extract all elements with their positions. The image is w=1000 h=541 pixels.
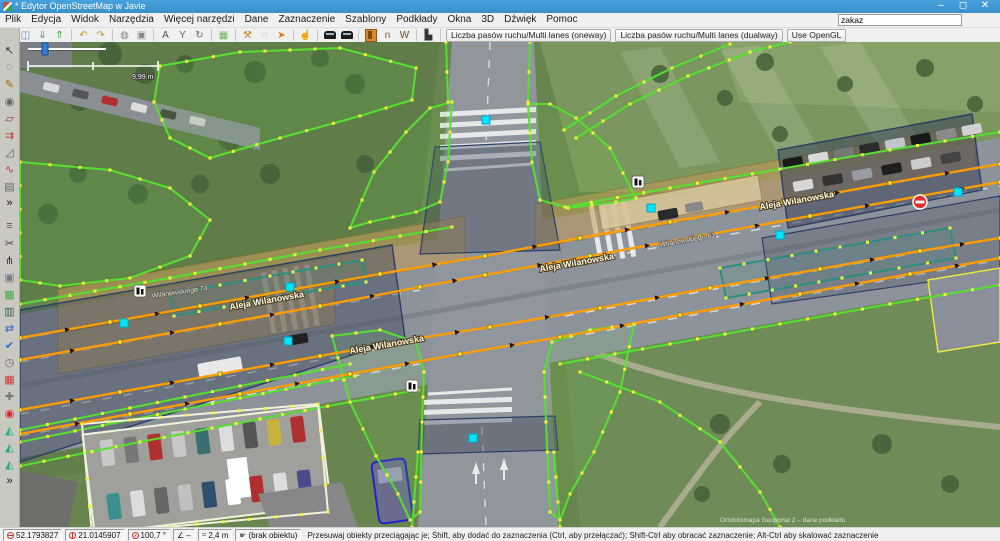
upload-data-icon[interactable]: ⇑ — [52, 29, 67, 42]
more-modes-icon[interactable]: » — [2, 195, 18, 211]
terminal-icon[interactable]: ▥ — [2, 303, 18, 319]
photo-icon[interactable]: ▣ — [2, 269, 18, 285]
search-input[interactable] — [838, 14, 962, 26]
split-icon[interactable]: ✂ — [2, 235, 18, 251]
measure-a-icon[interactable]: ◭ — [2, 422, 18, 438]
terracer-icon[interactable]: ▦ — [2, 286, 18, 302]
menu-pomoc[interactable]: Pomoc — [541, 13, 582, 27]
hammer-tool-icon[interactable]: ⚒ — [240, 29, 255, 42]
layers-icon[interactable]: ≡ — [2, 218, 18, 234]
door-warning-icon[interactable] — [363, 29, 378, 42]
menu-edycja[interactable]: Edycja — [26, 13, 66, 27]
menu-zaznaczenie[interactable]: Zaznaczenie — [273, 13, 340, 27]
improve-accuracy-tool-icon[interactable]: ∿ — [2, 161, 18, 177]
scale-label: 9,99 m — [132, 74, 154, 81]
close-button[interactable]: ✕ — [974, 0, 996, 12]
download-data-icon[interactable]: ⇓ — [35, 29, 50, 42]
map-pin-icon[interactable]: ◉ — [2, 405, 18, 421]
menu-narzędzia[interactable]: Narzędzia — [104, 13, 159, 27]
multilanes-dualway-button[interactable]: Liczba pasów ruchu/Multi lanes (dualway) — [615, 29, 782, 42]
menu-3d[interactable]: 3D — [476, 13, 499, 27]
zoom-slider-handle[interactable] — [42, 43, 48, 55]
imagery-attribution: Ortofotomapa Geoportal 2 – dane podkładu — [720, 517, 846, 524]
lanes-letter-icon[interactable]: n — [380, 29, 395, 42]
split-way-icon[interactable]: Y — [175, 29, 190, 42]
use-opengl-button[interactable]: Use OpenGL — [787, 29, 847, 42]
longitude-icon — [69, 532, 76, 539]
menu-bar-items: PlikEdycjaWidokNarzędziaWięcej narzędziD… — [0, 14, 583, 25]
relation-graph-icon[interactable]: ⋔ — [2, 252, 18, 268]
lasso-tool-icon[interactable]: ◌ — [2, 59, 18, 75]
menu-widok[interactable]: Widok — [66, 13, 104, 27]
parallel-way-tool-icon[interactable]: ⇉ — [2, 127, 18, 143]
pan-hand-icon[interactable]: ☝ — [298, 29, 313, 42]
menu-bar: PlikEdycjaWidokNarzędziaWięcej narzędziD… — [0, 13, 1000, 28]
josm-window: * Edytor OpenStreetMap w Javie –◻✕ PlikE… — [0, 0, 1000, 541]
download-view-icon[interactable]: ◍ — [117, 29, 132, 42]
heading-icon — [132, 532, 139, 539]
measure-c-icon[interactable]: ◭ — [2, 456, 18, 472]
menu-dane[interactable]: Dane — [240, 13, 274, 27]
map-canvas[interactable]: Aleja Wilanowska Aleja Wilanowska Aleja … — [20, 42, 1000, 527]
plugin-icon[interactable]: ✚ — [2, 388, 18, 404]
window-controls: –◻✕ — [930, 0, 996, 13]
main-toolbar: ▤◫⇓⇑↶↷◍▣AY↻▦⚒☆➤☝nW▙ Liczba pasów ruchu/M… — [0, 28, 1000, 43]
latitude-display: 52.1793827 — [3, 529, 62, 541]
measure-b-icon[interactable]: ◭ — [2, 439, 18, 455]
josm-logo-icon — [3, 2, 12, 11]
no-entry-icon — [913, 195, 927, 209]
menu-szablony[interactable]: Szablony — [340, 13, 391, 27]
delete-tool-icon[interactable]: ▱ — [2, 110, 18, 126]
toolbar-icons: ▤◫⇓⇑↶↷◍▣AY↻▦⚒☆➤☝nW▙ — [0, 29, 437, 42]
waypoint-letter-icon[interactable]: W — [397, 29, 412, 42]
title-bar: * Edytor OpenStreetMap w Javie –◻✕ — [0, 0, 1000, 13]
menu-więcej-narzędzi[interactable]: Więcej narzędzi — [159, 13, 240, 27]
car-routing-icon[interactable] — [322, 29, 337, 42]
imagery-grid-icon[interactable]: ▦ — [216, 29, 231, 42]
select-tool-icon[interactable]: ↖ — [2, 42, 18, 58]
zoom-tool-icon[interactable]: ◉ — [2, 93, 18, 109]
factory-icon[interactable]: ▙ — [421, 29, 436, 42]
minimize-button[interactable]: – — [930, 0, 952, 12]
note-icon[interactable]: ▣ — [134, 29, 149, 42]
longitude-display: 21.0145907 — [65, 529, 124, 541]
launch-tool-icon[interactable]: ➤ — [274, 29, 289, 42]
mirror-icon[interactable]: ⇄ — [2, 320, 18, 336]
window-title: * Edytor OpenStreetMap w Javie — [15, 1, 146, 11]
status-bar: 52.1793827 21.0145907 100,7 ° ∠ – ⌗2,4 m… — [0, 527, 1000, 541]
save-icon[interactable]: ◫ — [18, 29, 33, 42]
status-help-text: Przesuwaj obiekty przeciągając je; Shift… — [307, 531, 1000, 540]
menu-dźwięk[interactable]: Dźwięk — [499, 13, 541, 27]
maximize-button[interactable]: ◻ — [952, 0, 974, 12]
undo-icon[interactable]: ↶ — [76, 29, 91, 42]
menu-podkłady[interactable]: Podkłady — [391, 13, 442, 27]
expand-icon[interactable]: » — [2, 473, 18, 489]
history-icon[interactable]: ◷ — [2, 354, 18, 370]
bus-routing-icon[interactable] — [339, 29, 354, 42]
inactive-star-icon[interactable]: ☆ — [257, 29, 272, 42]
distance-display: ⌗2,4 m — [198, 529, 233, 541]
selection-display: ☛(brak obiektu) — [235, 529, 301, 541]
validate-icon[interactable]: ✔ — [2, 337, 18, 353]
rename-tool-icon[interactable]: A — [158, 29, 173, 42]
angle-display: ∠ – — [173, 529, 195, 541]
multilanes-oneway-button[interactable]: Liczba pasów ruchu/Multi lanes (oneway) — [446, 29, 611, 42]
extrude-tool-icon[interactable]: ◿ — [2, 144, 18, 160]
menu-okna[interactable]: Okna — [442, 13, 476, 27]
redo-icon[interactable]: ↷ — [93, 29, 108, 42]
heading-display: 100,7 ° — [128, 529, 170, 541]
menu-plik[interactable]: Plik — [0, 13, 26, 27]
draw-node-tool-icon[interactable]: ✎ — [2, 76, 18, 92]
follow-line-tool-icon[interactable]: ▤ — [2, 178, 18, 194]
synchronize-icon[interactable]: ↻ — [192, 29, 207, 42]
presets-box-icon[interactable]: ▦ — [2, 371, 18, 387]
edit-tools-sidebar: ↖◌✎◉▱⇉◿∿▤»≡✂⋔▣▦▥⇄✔◷▦✚◉◭◭◭» — [0, 28, 20, 527]
latitude-icon — [7, 532, 14, 539]
